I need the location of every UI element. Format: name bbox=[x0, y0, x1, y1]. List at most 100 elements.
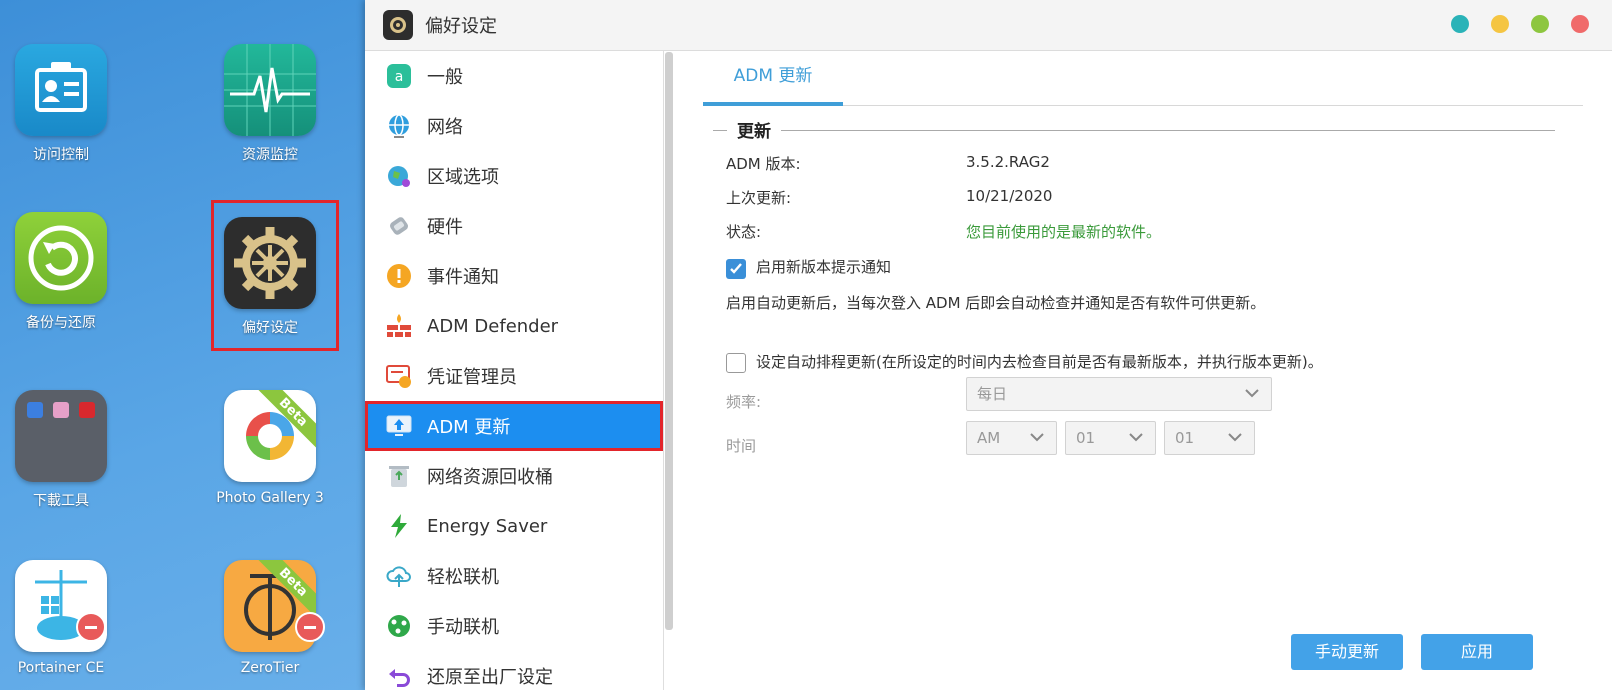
apply-button[interactable]: 应用 bbox=[1421, 634, 1533, 670]
sidebar-item-label: ADM 更新 bbox=[427, 417, 511, 438]
sidebar-item-label: 轻松联机 bbox=[427, 567, 499, 588]
frequency-value: 每日 bbox=[977, 385, 1008, 403]
gear-icon bbox=[383, 10, 413, 40]
download-center-icon bbox=[27, 402, 43, 418]
sidebar-item-label: Energy Saver bbox=[427, 515, 548, 537]
app-label: Photo Gallery 3 bbox=[216, 490, 324, 506]
chevron-down-icon bbox=[1129, 433, 1143, 442]
chevron-down-icon bbox=[1245, 389, 1259, 398]
app-label: Portainer CE bbox=[17, 660, 105, 676]
sidebar-item-notification[interactable]: 事件通知 bbox=[365, 251, 663, 301]
update-icon bbox=[385, 412, 413, 440]
sidebar-item-label: ADM Defender bbox=[427, 315, 559, 337]
settings-sidebar: a 一般 网络 区域选项 硬件 事件通知 ADM Defender 凭证管理员 … bbox=[365, 51, 664, 690]
time-ampm-select[interactable]: AM bbox=[966, 421, 1057, 455]
status-value: 您目前使用的是最新的软件。 bbox=[966, 223, 1162, 241]
sidebar-item-label: 硬件 bbox=[427, 217, 463, 238]
close-button[interactable] bbox=[1571, 15, 1589, 33]
recycle-bin-icon bbox=[385, 462, 413, 490]
general-icon: a bbox=[385, 62, 413, 90]
app-label: 偏好设定 bbox=[242, 320, 298, 336]
time-hour-value: 01 bbox=[1076, 429, 1096, 447]
schedule-checkbox-label[interactable]: 设定自动排程更新(在所设定的时间内去检查目前是否有最新版本，并执行版本更新)。 bbox=[756, 351, 1323, 372]
time-label: 时间 bbox=[726, 437, 757, 455]
sidebar-item-manual-connect[interactable]: 手动联机 bbox=[365, 601, 663, 651]
hardware-icon bbox=[385, 212, 413, 240]
main-panel: ADM 更新 更新 ADM 版本: 3.5.2.RAG2 上次更新: 10/21… bbox=[673, 51, 1612, 690]
sidebar-item-recycle-bin[interactable]: 网络资源回收桶 bbox=[365, 451, 663, 501]
frequency-label: 频率: bbox=[726, 393, 762, 411]
app-label: 访问控制 bbox=[33, 147, 89, 163]
gear-icon bbox=[224, 217, 316, 309]
sidebar-item-label: 事件通知 bbox=[427, 267, 499, 288]
app-label: ZeroTier bbox=[240, 660, 300, 676]
cloud-connect-icon bbox=[385, 562, 413, 590]
access-control-app[interactable]: 访问控制 bbox=[0, 44, 131, 164]
last-update-value: 10/21/2020 bbox=[966, 187, 1053, 205]
photo-gallery-app[interactable]: Beta Photo Gallery 3 bbox=[200, 390, 340, 506]
sidebar-item-energy-saver[interactable]: Energy Saver bbox=[365, 501, 663, 551]
heartbeat-monitor-icon bbox=[224, 44, 316, 136]
portainer-app[interactable]: Portainer CE bbox=[0, 560, 131, 676]
zerotier-app[interactable]: Beta ZeroTier bbox=[200, 560, 340, 676]
status-label: 状态: bbox=[726, 223, 762, 241]
window-title: 偏好设定 bbox=[425, 16, 497, 37]
notify-checkbox-label[interactable]: 启用新版本提示通知 bbox=[756, 256, 891, 277]
sidebar-item-network[interactable]: 网络 bbox=[365, 101, 663, 151]
tab-bar: ADM 更新 bbox=[703, 51, 1583, 106]
time-minute-value: 01 bbox=[1175, 429, 1195, 447]
preferences-app[interactable]: 偏好设定 bbox=[200, 217, 340, 337]
section-header: 更新 bbox=[713, 117, 1555, 142]
globe-icon bbox=[385, 112, 413, 140]
maximize-button[interactable] bbox=[1531, 15, 1549, 33]
certificate-icon bbox=[385, 362, 413, 390]
app-label: 备份与还原 bbox=[26, 315, 96, 331]
tab-adm-update[interactable]: ADM 更新 bbox=[703, 51, 843, 106]
frequency-select[interactable]: 每日 bbox=[966, 377, 1272, 411]
chevron-down-icon bbox=[1030, 433, 1044, 442]
energy-icon bbox=[385, 512, 413, 540]
sidebar-item-hardware[interactable]: 硬件 bbox=[365, 201, 663, 251]
preferences-window: 偏好设定 a 一般 网络 区域选项 硬件 事件通知 ADM Defender 凭… bbox=[365, 0, 1612, 690]
photo-gallery-icon: Beta bbox=[224, 390, 316, 482]
download-tools-folder[interactable]: 下載工具 bbox=[0, 390, 131, 510]
sidebar-item-ez-connect[interactable]: 轻松联机 bbox=[365, 551, 663, 601]
desktop: 访问控制 资源监控 备份与还原 偏好设定 下載工具 Beta Photo Gal… bbox=[0, 0, 365, 690]
manual-update-button[interactable]: 手动更新 bbox=[1291, 634, 1403, 670]
minimize-button[interactable] bbox=[1451, 15, 1469, 33]
remove-icon[interactable] bbox=[76, 612, 106, 642]
resource-monitor-app[interactable]: 资源监控 bbox=[200, 44, 340, 164]
sidebar-item-label: 区域选项 bbox=[427, 167, 499, 188]
window-titlebar[interactable]: 偏好设定 bbox=[365, 0, 1612, 51]
sidebar-scrollbar[interactable] bbox=[665, 52, 673, 630]
app-label: 资源监控 bbox=[242, 147, 298, 163]
backup-restore-app[interactable]: 备份与还原 bbox=[0, 212, 131, 332]
folder-icon bbox=[15, 390, 107, 482]
alert-icon bbox=[385, 262, 413, 290]
restore-button[interactable] bbox=[1491, 15, 1509, 33]
sidebar-item-region[interactable]: 区域选项 bbox=[365, 151, 663, 201]
sidebar-item-certificate[interactable]: 凭证管理员 bbox=[365, 351, 663, 401]
sidebar-item-adm-defender[interactable]: ADM Defender bbox=[365, 301, 663, 351]
section-title: 更新 bbox=[737, 122, 771, 142]
schedule-checkbox[interactable] bbox=[726, 353, 746, 373]
sidebar-item-general[interactable]: a 一般 bbox=[365, 51, 663, 101]
app-label: 下載工具 bbox=[33, 493, 89, 509]
adm-version-label: ADM 版本: bbox=[726, 155, 801, 173]
notify-checkbox[interactable] bbox=[726, 259, 746, 279]
restore-icon bbox=[385, 662, 413, 690]
chevron-down-icon bbox=[1228, 433, 1242, 442]
sidebar-item-label: 还原至出厂设定 bbox=[427, 667, 553, 688]
sidebar-item-label: 凭证管理员 bbox=[427, 367, 517, 388]
notify-description: 启用自动更新后，当每次登入 ADM 后即会自动检查并通知是否有软件可供更新。 bbox=[726, 294, 1266, 312]
sidebar-item-label: 网络资源回收桶 bbox=[427, 467, 553, 488]
access-control-icon bbox=[15, 44, 107, 136]
sidebar-item-factory-reset[interactable]: 还原至出厂设定 bbox=[365, 651, 663, 690]
time-ampm-value: AM bbox=[977, 429, 1001, 447]
time-minute-select[interactable]: 01 bbox=[1164, 421, 1255, 455]
time-hour-select[interactable]: 01 bbox=[1065, 421, 1156, 455]
remove-icon[interactable] bbox=[295, 612, 325, 642]
music-icon bbox=[53, 402, 69, 418]
adm-version-value: 3.5.2.RAG2 bbox=[966, 153, 1050, 171]
sidebar-item-adm-update[interactable]: ADM 更新 bbox=[365, 401, 663, 451]
